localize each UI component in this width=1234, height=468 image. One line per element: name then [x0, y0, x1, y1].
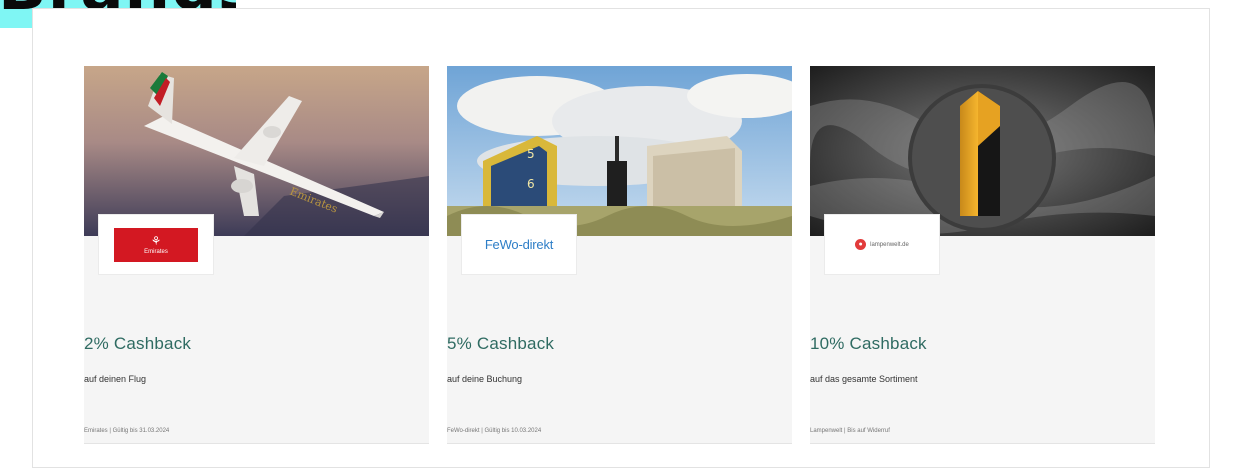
fewo-direkt-logo: FeWo-direkt: [484, 237, 554, 252]
offer-meta: FeWo-direkt | Gültig bis 10.03.2024: [447, 428, 542, 434]
cashback-subline: auf deine Buchung: [447, 374, 523, 384]
airplane-image: Emirates: [84, 66, 429, 236]
lampenwelt-logo-text: lampenwelt.de: [870, 241, 909, 248]
lamp-image: [810, 66, 1155, 236]
cashback-rate: 2% Cashback: [84, 334, 192, 353]
cashback-subline: auf deinen Flug: [84, 374, 147, 384]
cashback-subline: auf das gesamte Sortiment: [810, 374, 918, 384]
emirates-logo-box: ⚘ Emirates: [98, 214, 214, 275]
lampenwelt-logo: ● lampenwelt.de: [855, 239, 909, 250]
cashback-rate: 10% Cashback: [810, 334, 927, 353]
offer-meta: Emirates | Gültig bis 31.03.2024: [84, 428, 170, 434]
cashback-rate: 5% Cashback: [447, 334, 555, 353]
brand-card-emirates[interactable]: Emirates ⚘ Emirates 2% Cashback auf dein…: [84, 66, 429, 444]
brand-card-fewo-direkt[interactable]: 5 6 FeWo-direkt 5% Cashback auf deine Bu…: [447, 66, 792, 444]
beach-chairs-image: 5 6: [447, 66, 792, 236]
svg-text:6: 6: [527, 177, 535, 191]
lampenwelt-mark-icon: ●: [855, 239, 867, 250]
emirates-logo: ⚘ Emirates: [114, 227, 198, 262]
fewo-direkt-logo-box: FeWo-direkt: [461, 214, 577, 275]
emirates-logo-text: Emirates: [144, 248, 168, 255]
emirates-emblem-icon: ⚘: [150, 233, 162, 248]
brand-card-lampenwelt[interactable]: ● lampenwelt.de 10% Cashback auf das ges…: [810, 66, 1155, 444]
offer-meta: Lampenwelt | Bis auf Widerruf: [810, 428, 890, 434]
svg-text:5: 5: [527, 147, 535, 161]
lampenwelt-logo-box: ● lampenwelt.de: [824, 214, 940, 275]
